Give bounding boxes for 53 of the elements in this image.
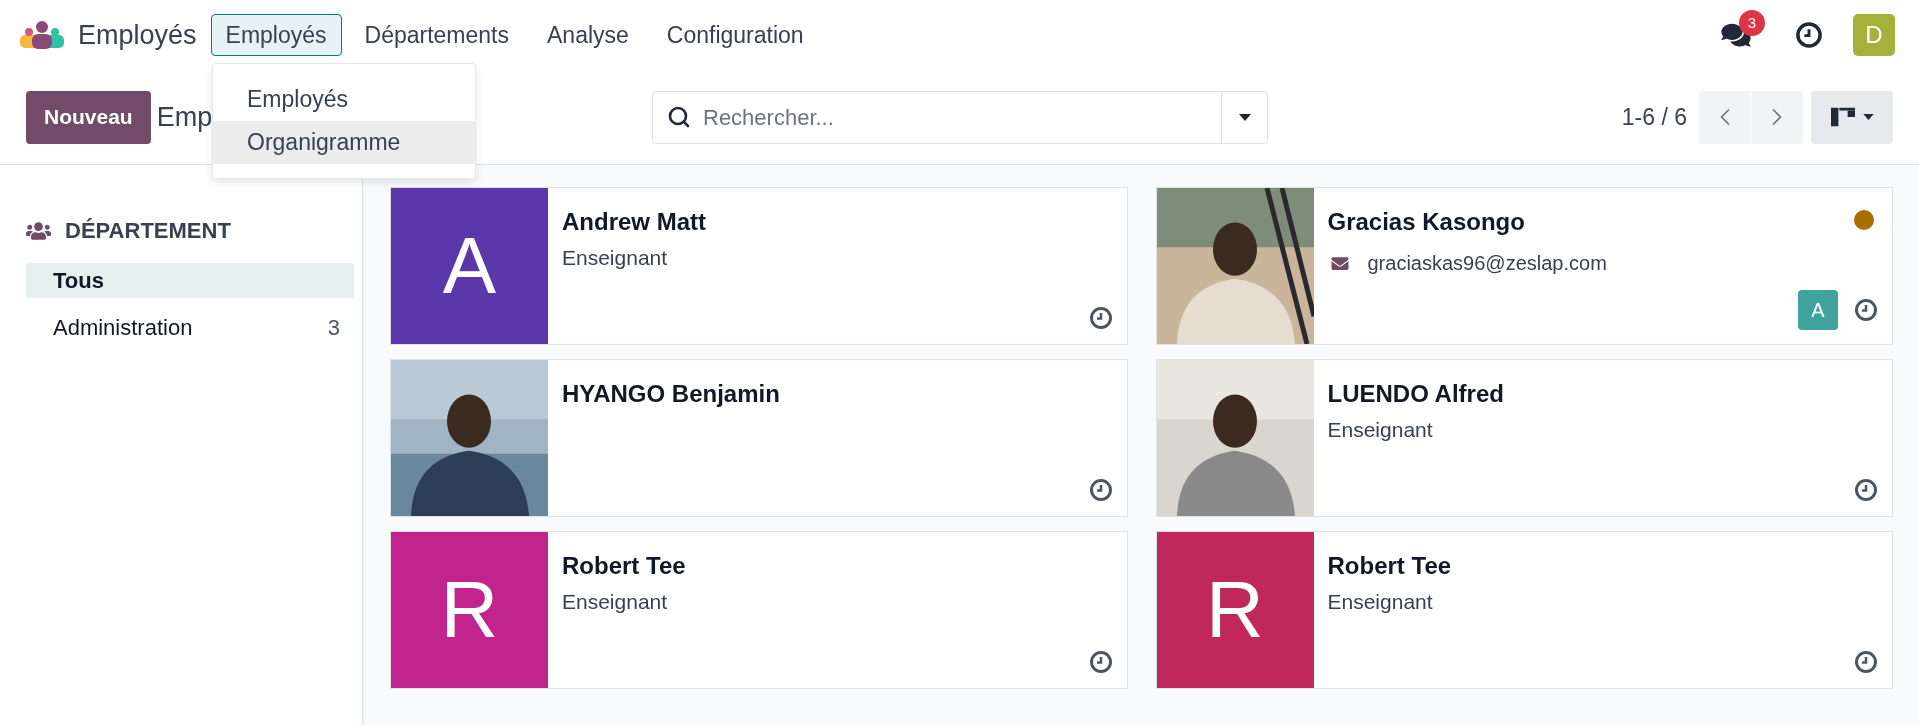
initial-avatar: A (391, 188, 548, 344)
menu-tab[interactable]: Départements (349, 14, 524, 56)
caret-icon (1862, 114, 1874, 120)
item-count: 3 (327, 314, 340, 342)
app-logo-icon[interactable] (20, 20, 64, 50)
employee-card[interactable]: LUENDO Alfred Enseignant (1155, 359, 1893, 517)
sidebar-title: DÉPARTEMENT (65, 217, 231, 245)
job-title: Enseignant (562, 589, 669, 615)
activity-clock-icon (1088, 650, 1113, 674)
activity-clock-icon (1854, 478, 1878, 502)
notification-badge: 3 (1739, 10, 1765, 36)
employee-name: LUENDO Alfred (1327, 379, 1505, 409)
activity-clock-icon (1854, 298, 1878, 322)
menu-tab[interactable]: Configuration (651, 14, 819, 56)
envelope-icon (1329, 254, 1350, 272)
dropdown-item[interactable]: Employés (213, 78, 475, 121)
app-name: Employés (78, 18, 197, 52)
menu-tab[interactable]: Employés (210, 14, 342, 56)
search-field[interactable]: Rechercher... (652, 90, 1268, 144)
dropdown-item[interactable]: Organigramme (213, 121, 475, 164)
job-title: Enseignant (1327, 417, 1434, 443)
employee-card[interactable]: A Andrew Matt Enseignant (390, 187, 1128, 345)
email: graciaskas96@zeslap.com (1367, 251, 1607, 276)
employee-name: Robert Tee (562, 551, 687, 581)
employee-card[interactable]: R Robert Tee Enseignant (1155, 531, 1893, 689)
job-title: Enseignant (562, 245, 669, 271)
employee-card[interactable]: Gracias Kasongo graciaskas96@zeslap.com A (1155, 187, 1893, 345)
employee-name: Andrew Matt (562, 207, 707, 237)
activity-clock-icon (1088, 306, 1113, 330)
initial-avatar: R (1156, 532, 1314, 688)
employee-name: Robert Tee (1327, 551, 1453, 581)
users-icon (26, 219, 51, 242)
employee-name: HYANGO Benjamin (562, 379, 781, 409)
kanban-icon (1830, 107, 1855, 127)
initial-avatar: R (391, 532, 548, 688)
search-input[interactable]: Rechercher... (703, 100, 1221, 134)
caret-icon[interactable] (1238, 113, 1251, 121)
activity-clock-icon (1795, 21, 1823, 49)
sidebar-item[interactable]: Tous (26, 263, 354, 298)
activity-clock-icon (1854, 650, 1878, 674)
employee-name: Gracias Kasongo (1327, 207, 1526, 237)
job-title: Enseignant (1327, 589, 1434, 615)
sidebar-item[interactable]: Administration 3 (26, 310, 354, 345)
view-switcher-button[interactable] (1811, 90, 1893, 144)
breadcrumb-title: Emp (156, 100, 213, 134)
pager-value[interactable]: 1-6 / 6 (1621, 99, 1687, 135)
activity-clock-icon (1088, 478, 1113, 502)
employee-card[interactable]: HYANGO Benjamin (390, 359, 1128, 517)
employee-card[interactable]: R Robert Tee Enseignant (390, 531, 1128, 689)
search-icon (667, 105, 691, 129)
new-button[interactable]: Nouveau (26, 90, 151, 144)
menu-tab[interactable]: Analyse (532, 14, 644, 56)
manager-avatar: A (1798, 290, 1838, 330)
